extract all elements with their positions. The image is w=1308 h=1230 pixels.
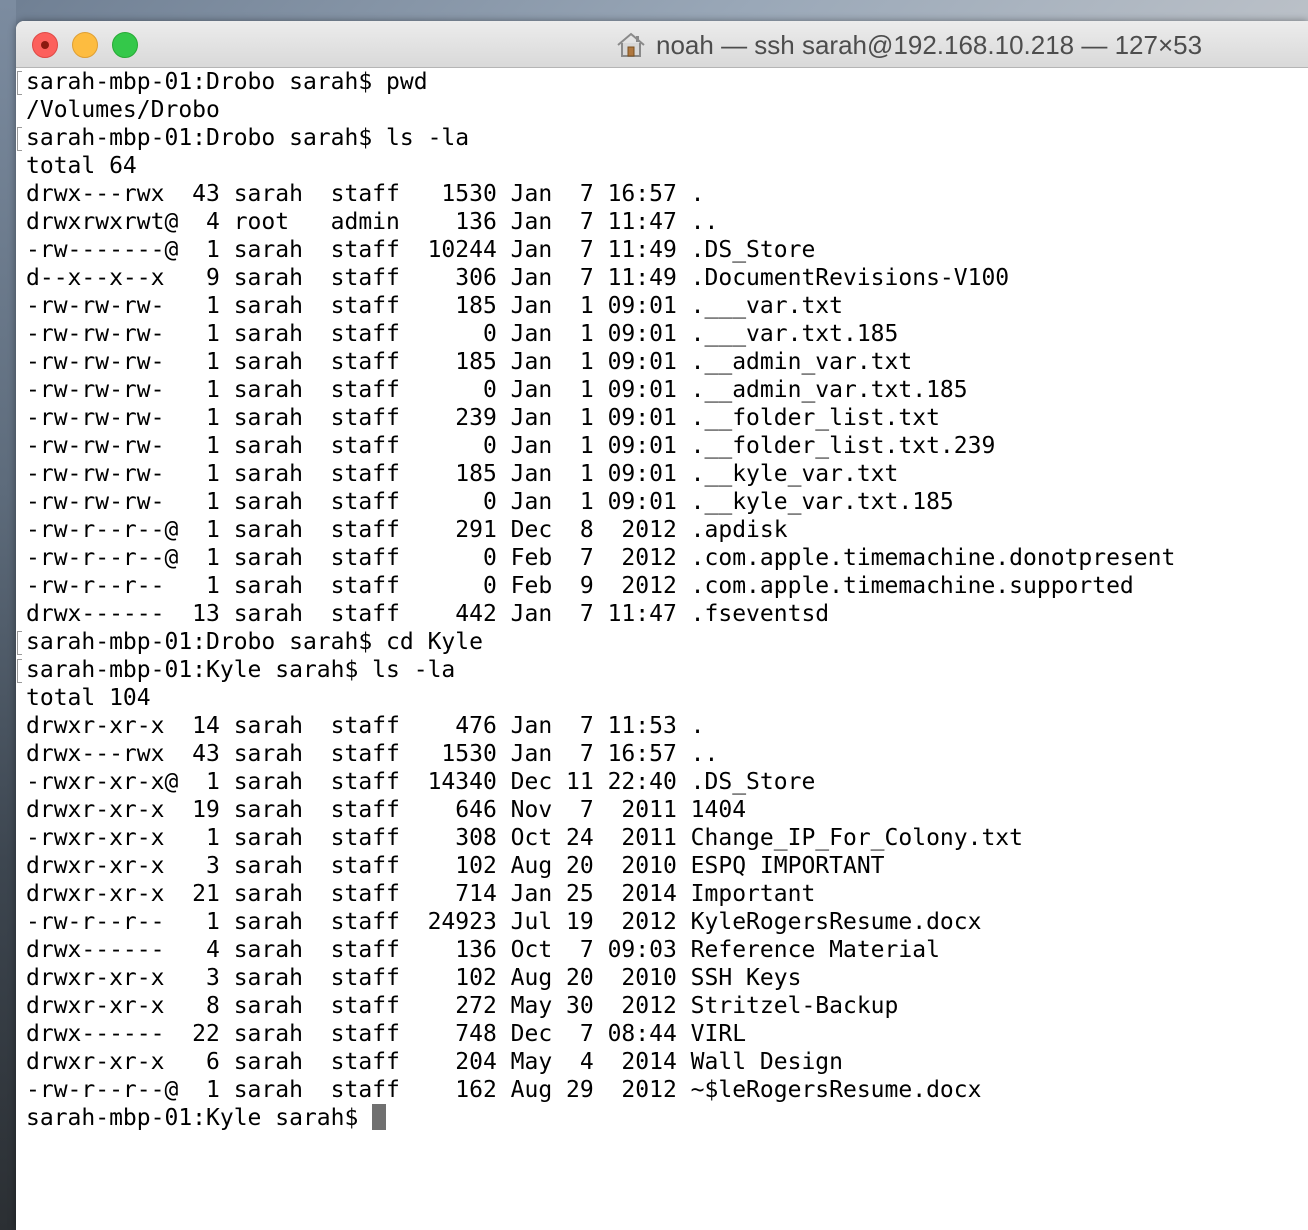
command-line: sarah-mbp-01:Kyle sarah$ ls -la	[16, 656, 1308, 684]
command-line: sarah-mbp-01:Drobo sarah$ pwd	[16, 68, 1308, 96]
output-line: total 64	[26, 153, 137, 179]
output-line: -rw-rw-rw- 1 sarah staff 0 Jan 1 09:01 .…	[26, 433, 996, 459]
minimize-button[interactable]	[72, 32, 98, 58]
output-line: -rw-------@ 1 sarah staff 10244 Jan 7 11…	[26, 237, 816, 263]
maximize-button[interactable]	[112, 32, 138, 58]
title-bar[interactable]: noah — ssh sarah@192.168.10.218 — 127×53	[16, 21, 1308, 68]
output-line: -rw-r--r-- 1 sarah staff 0 Feb 9 2012 .c…	[26, 573, 1134, 599]
output-line: -rw-rw-rw- 1 sarah staff 185 Jan 1 09:01…	[26, 461, 899, 487]
output-line: -rw-rw-rw- 1 sarah staff 0 Jan 1 09:01 .…	[26, 377, 968, 403]
output-line: -rw-rw-rw- 1 sarah staff 185 Jan 1 09:01…	[26, 349, 913, 375]
output-line: -rw-rw-rw- 1 sarah staff 0 Jan 1 09:01 .…	[26, 489, 954, 515]
output-line: drwxr-xr-x 3 sarah staff 102 Aug 20 2010…	[26, 965, 802, 991]
output-line: total 104	[26, 685, 151, 711]
output-line: drwxr-xr-x 19 sarah staff 646 Nov 7 2011…	[26, 797, 747, 823]
window-title-text: noah — ssh sarah@192.168.10.218 — 127×53	[656, 29, 1203, 60]
output-line: drwxr-xr-x 8 sarah staff 272 May 30 2012…	[26, 993, 899, 1019]
output-line: -rwxr-xr-x@ 1 sarah staff 14340 Dec 11 2…	[26, 769, 816, 795]
output-line: drwxrwxrwt@ 4 root admin 136 Jan 7 11:47…	[26, 209, 719, 235]
output-line: drwx------ 4 sarah staff 136 Oct 7 09:03…	[26, 937, 940, 963]
output-line: /Volumes/Drobo	[26, 97, 220, 123]
output-line: -rwxr-xr-x 1 sarah staff 308 Oct 24 2011…	[26, 825, 1023, 851]
output-line: drwxr-xr-x 6 sarah staff 204 May 4 2014 …	[26, 1049, 843, 1075]
prompt-line[interactable]: sarah-mbp-01:Kyle sarah$	[16, 1104, 1308, 1132]
output-line: -rw-rw-rw- 1 sarah staff 185 Jan 1 09:01…	[26, 293, 843, 319]
output-line: drwx------ 22 sarah staff 748 Dec 7 08:4…	[26, 1021, 747, 1047]
output-line: drwxr-xr-x 21 sarah staff 714 Jan 25 201…	[26, 881, 816, 907]
terminal-window: noah — ssh sarah@192.168.10.218 — 127×53…	[16, 21, 1308, 1230]
desktop-background	[0, 0, 16, 1230]
window-title: noah — ssh sarah@192.168.10.218 — 127×53	[616, 29, 1203, 60]
prompt-text: sarah-mbp-01:Kyle sarah$	[26, 1105, 373, 1131]
output-line: drwx------ 13 sarah staff 442 Jan 7 11:4…	[26, 601, 830, 627]
text-cursor	[372, 1104, 387, 1130]
output-line: drwxr-xr-x 14 sarah staff 476 Jan 7 11:5…	[26, 713, 705, 739]
home-icon	[617, 32, 645, 57]
output-line: drwx---rwx 43 sarah staff 1530 Jan 7 16:…	[26, 741, 719, 767]
command-line: sarah-mbp-01:Drobo sarah$ ls -la	[16, 124, 1308, 152]
output-line: -rw-r--r-- 1 sarah staff 24923 Jul 19 20…	[26, 909, 982, 935]
output-line: -rw-r--r--@ 1 sarah staff 291 Dec 8 2012…	[26, 517, 788, 543]
output-line: -rw-r--r--@ 1 sarah staff 0 Feb 7 2012 .…	[26, 545, 1176, 571]
terminal-output[interactable]: sarah-mbp-01:Drobo sarah$ pwd/Volumes/Dr…	[16, 68, 1308, 1228]
output-line: drwx---rwx 43 sarah staff 1530 Jan 7 16:…	[26, 181, 705, 207]
output-line: -rw-r--r--@ 1 sarah staff 162 Aug 29 201…	[26, 1077, 982, 1103]
output-line: drwxr-xr-x 3 sarah staff 102 Aug 20 2010…	[26, 853, 885, 879]
close-button[interactable]	[32, 32, 58, 58]
output-line: -rw-rw-rw- 1 sarah staff 0 Jan 1 09:01 .…	[26, 321, 899, 347]
output-line: d--x--x--x 9 sarah staff 306 Jan 7 11:49…	[26, 265, 1010, 291]
output-line: -rw-rw-rw- 1 sarah staff 239 Jan 1 09:01…	[26, 405, 940, 431]
command-line: sarah-mbp-01:Drobo sarah$ cd Kyle	[16, 628, 1308, 656]
